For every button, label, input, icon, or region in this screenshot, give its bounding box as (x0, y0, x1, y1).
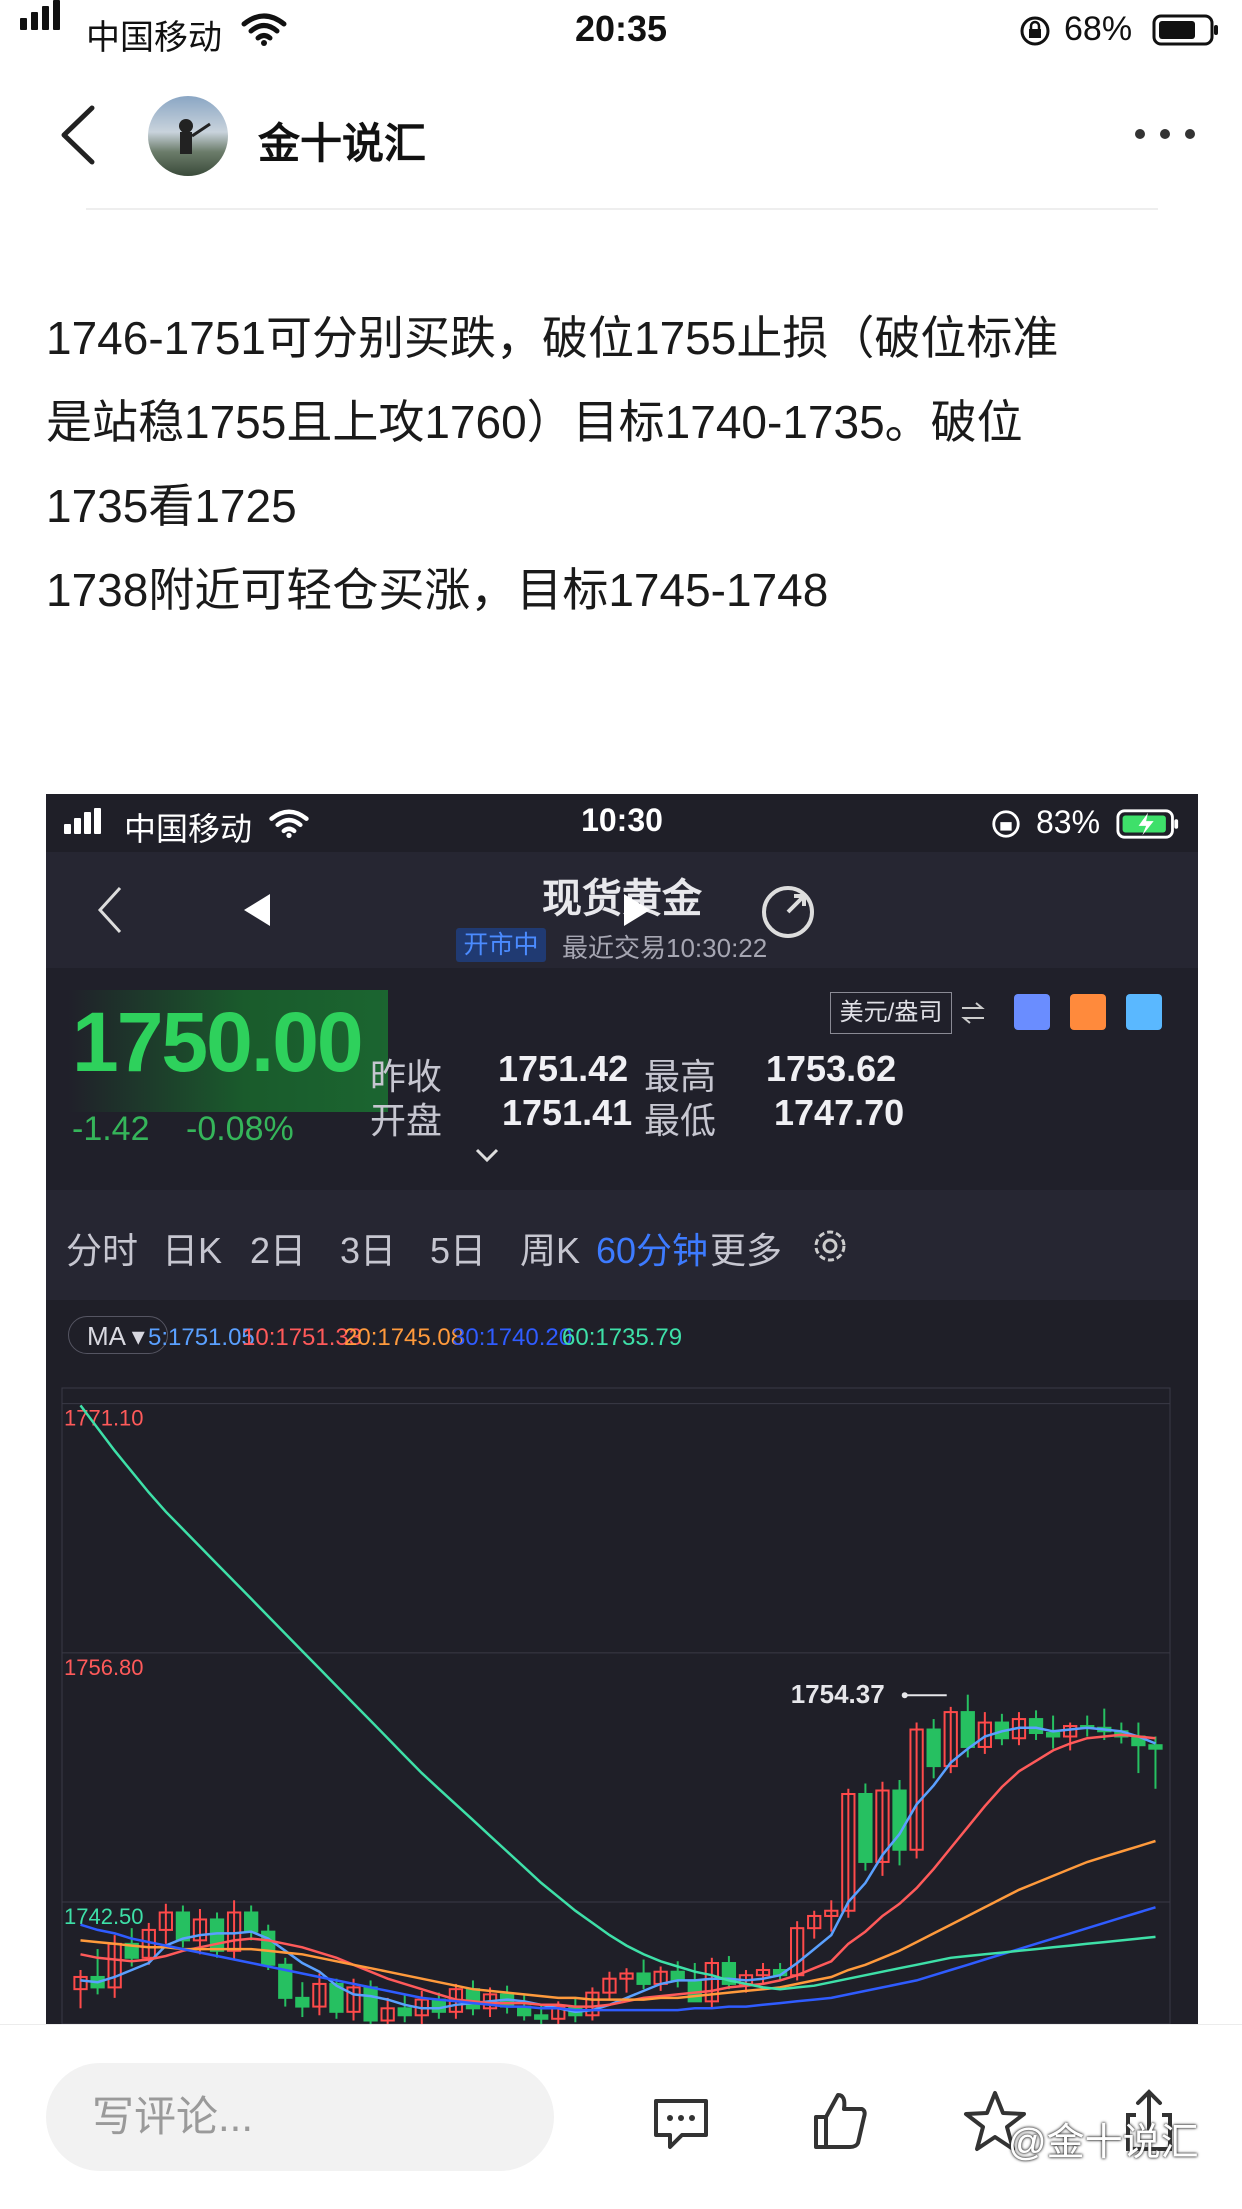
battery-percent: 68% (1064, 10, 1133, 48)
price-change: -1.42 (72, 1110, 150, 1148)
ma60-value: 60:1735.79 (562, 1324, 683, 1351)
candle-body (431, 1998, 446, 2013)
ma-line-10 (80, 1733, 1156, 2008)
high-annotation-dot (901, 1692, 908, 1699)
open-value: 1751.41 (502, 1092, 633, 1133)
tab-daily-k[interactable]: 日K (162, 1222, 222, 1274)
candle-body (670, 1970, 685, 1982)
embedded-status-bar: 中国移动 10:30 83% (46, 794, 1198, 852)
back-icon[interactable] (52, 100, 104, 170)
y-tick-label: 1756.80 (64, 1655, 144, 1680)
comment-icon[interactable] (646, 2087, 716, 2157)
refresh-icon[interactable] (758, 882, 818, 942)
tab-5-day[interactable]: 5日 (430, 1222, 486, 1274)
orientation-lock-icon (992, 810, 1020, 838)
last-price: 1750.00 (72, 995, 364, 1089)
post-line: 1738附近可轻仓买涨，目标1745-1748 (46, 564, 829, 616)
watermark: @金十说汇 (1008, 2122, 1199, 2164)
tab-intraday[interactable]: 分时 (66, 1222, 138, 1274)
candle-body (926, 1728, 941, 1768)
tab-3-day[interactable]: 3日 (340, 1222, 396, 1274)
post-line: 1735看1725 (46, 480, 297, 532)
open-label: 开盘 (370, 1100, 443, 1141)
header-divider (86, 208, 1158, 210)
candle-body (175, 1911, 191, 1942)
ma-indicator-bar: MA ▾ 5:1751.05 10:1751.33 20:1745.08 30:… (46, 1300, 1198, 1380)
battery-icon (1152, 14, 1218, 46)
tab-2-day[interactable]: 2日 (250, 1222, 306, 1274)
candle-body (465, 1988, 481, 2010)
next-arrow-icon[interactable] (620, 892, 654, 928)
candle-body (1045, 1732, 1061, 1738)
candle-body (209, 1918, 225, 1952)
bottom-action-bar: 写评论... @金十说汇 (0, 2024, 1242, 2209)
settings-gear-icon[interactable] (808, 1224, 852, 1268)
candle-body (687, 1979, 702, 2003)
avatar-figure-icon (179, 119, 211, 154)
clock: 20:35 (574, 8, 668, 49)
high-value: 1753.62 (766, 1048, 897, 1089)
status-bar: 中国移动 20:35 68% (0, 0, 1242, 62)
ma5-value: 5:1751.05 (148, 1324, 255, 1351)
candle-body (295, 1996, 310, 2008)
lighthouse-tool-icon[interactable] (1070, 994, 1106, 1030)
post-line: 1746-1751可分别买跌，破位1755止损（破位标准 (46, 312, 1059, 364)
tab-60-min[interactable]: 60分钟 (596, 1222, 708, 1274)
post-body: 1746-1751可分别买跌，破位1755止损（破位标准 是站稳1755且上攻1… (46, 296, 1206, 632)
candle-body (534, 2014, 549, 2020)
market-status-badge: 开市中 (456, 928, 546, 962)
kline-chart[interactable]: 1771.10 1756.80 1742.50 1754.37 (46, 1380, 1198, 2024)
ma20-value: 20:1745.08 (344, 1324, 465, 1351)
candle-body (363, 1986, 378, 2022)
like-icon[interactable] (804, 2087, 874, 2157)
candle-body (1148, 1744, 1163, 1750)
y-tick-label: 1742.50 (64, 1904, 144, 1929)
author-name[interactable]: 金十说汇 (258, 110, 426, 171)
price-change-percent: -0.08% (186, 1110, 294, 1148)
candle-body (636, 1972, 651, 1985)
ma30-value: 30:1740.20 (452, 1324, 573, 1351)
prev-close-value: 1751.42 (498, 1048, 629, 1089)
tab-weekly-k[interactable]: 周K (520, 1222, 580, 1274)
ma-line-30 (80, 1906, 1156, 2012)
tab-more[interactable]: 更多 (710, 1222, 782, 1274)
period-tabs: 分时 日K 2日 3日 5日 周K 60分钟 更多 (46, 1190, 1198, 1300)
orientation-lock-icon (1020, 16, 1050, 46)
candle-body (244, 1911, 259, 1933)
battery-charging-icon (1116, 809, 1179, 839)
avatar[interactable] (148, 96, 228, 176)
last-trade-time: 最近交易10:30:22 (562, 933, 768, 963)
comment-input[interactable]: 写评论... (46, 2063, 554, 2171)
quote-nav-bar: 现货黄金 开市中 最近交易10:30:22 (46, 852, 1198, 968)
high-annotation-label: 1754.37 (791, 1679, 885, 1709)
ma-line-5 (80, 1726, 1156, 2014)
ma-line-20 (80, 1839, 1156, 2001)
low-label: 最低 (644, 1100, 717, 1141)
clock: 10:30 (581, 802, 663, 838)
more-icon[interactable] (1130, 114, 1200, 154)
candle-body (397, 2007, 412, 2017)
post-line: 是站稳1755且上攻1760）目标1740-1735。破位 (46, 396, 1023, 448)
percent-tool-icon[interactable] (1014, 994, 1050, 1030)
candle-body (858, 1792, 873, 1863)
candle-body (960, 1711, 975, 1748)
battery-percent: 83% (1036, 804, 1101, 840)
pie-tool-icon[interactable] (1126, 994, 1162, 1030)
expand-chevron-icon[interactable] (474, 1146, 500, 1164)
embedded-screenshot[interactable]: 中国移动 10:30 83% 现货黄金 开市中 最近交易10:30:22 175… (46, 794, 1198, 2024)
unit-selector[interactable]: 美元/盎司 (830, 992, 952, 1034)
quote-panel: 1750.00 -1.42 -0.08% 美元/盎司 昨收 1751.42 最高… (46, 968, 1198, 1190)
candle-body (1028, 1718, 1044, 1735)
low-value: 1747.70 (774, 1092, 905, 1133)
y-tick-label: 1771.10 (64, 1406, 144, 1431)
swap-icon[interactable] (958, 998, 988, 1028)
